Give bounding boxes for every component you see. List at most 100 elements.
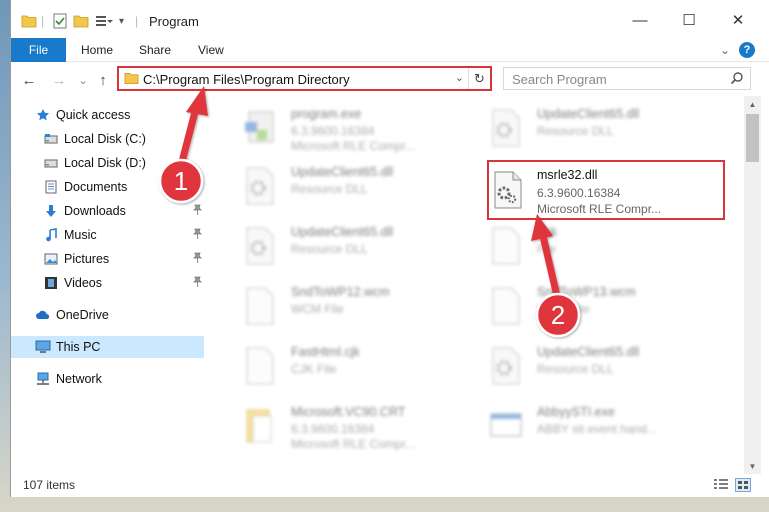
film-icon: [43, 275, 59, 291]
title-bar: | ▾ | Program — ☐ ✕: [11, 0, 769, 38]
scroll-up-icon[interactable]: ▲: [744, 96, 761, 112]
file-item-bak[interactable]: bak File: [481, 220, 729, 272]
tab-share[interactable]: Share: [139, 38, 171, 62]
sidebar-item-label: This PC: [56, 340, 101, 354]
vertical-scrollbar[interactable]: ▲ ▼: [744, 96, 761, 474]
blank-file-icon: [489, 286, 525, 328]
documents-icon: [43, 179, 59, 195]
file-item-msrle32-dll[interactable]: msrle32.dll 6.3.9600.16384 Microsoft RLE…: [487, 160, 725, 220]
file-name: SndToWP12.wcm: [291, 285, 390, 299]
status-bar: 107 items: [11, 474, 769, 497]
maximize-button[interactable]: ☐: [667, 6, 711, 34]
file-item-updateclient65-dll[interactable]: UpdateClient65.dll Resource DLL: [235, 220, 483, 272]
divider: |: [41, 14, 45, 28]
file-name: bak: [537, 225, 558, 239]
new-folder-icon[interactable]: [73, 12, 89, 30]
sidebar-item-pictures[interactable]: Pictures: [11, 248, 204, 270]
sidebar-item-label: Downloads: [64, 204, 126, 218]
file-item-fasthtml-cjk[interactable]: FastHtml.cjk CJK File: [235, 340, 483, 392]
cloud-icon: [35, 307, 51, 323]
file-item-updateclient65-dll[interactable]: UpdateClient65.dll Resource DLL: [481, 102, 729, 154]
file-item-sndtowp13-wcm[interactable]: SndToWP13.wcm WCM File: [481, 280, 729, 332]
sidebar-item-local-disk-d[interactable]: Local Disk (D:): [11, 152, 204, 174]
scroll-down-icon[interactable]: ▼: [744, 458, 761, 474]
customize-toolbar-icon[interactable]: [95, 12, 113, 30]
pin-icon[interactable]: [193, 228, 202, 242]
pictures-icon: [43, 251, 59, 267]
file-detail: 6.3.9600.16384: [537, 186, 621, 200]
dll-gear-icon: [491, 170, 527, 212]
file-detail: WCM File: [291, 302, 344, 316]
file-name: UpdateClient65.dll: [537, 107, 640, 121]
sidebar-item-downloads[interactable]: Downloads: [11, 200, 204, 222]
scroll-thumb[interactable]: [746, 114, 759, 162]
file-detail: Resource DLL: [537, 124, 614, 138]
sidebar-item-label: Videos: [64, 276, 102, 290]
pin-icon[interactable]: [193, 252, 202, 266]
file-detail: Microsoft RLE Compr...: [291, 437, 416, 451]
exe-icon: [243, 108, 279, 150]
dll-gear-icon: [489, 346, 525, 388]
file-name: program.exe: [291, 107, 362, 121]
blank-file-icon: [489, 226, 525, 268]
close-button[interactable]: ✕: [716, 6, 760, 34]
tab-view[interactable]: View: [198, 38, 224, 62]
address-bar[interactable]: C:\Program Files\Program Directory ⌄ ↻: [117, 66, 492, 91]
refresh-button[interactable]: ↻: [468, 68, 490, 89]
drive-icon: [43, 155, 59, 171]
file-name: Microsoft.VC90.CRT: [291, 405, 406, 419]
minimize-button[interactable]: —: [618, 6, 662, 34]
dll-gear-icon: [243, 166, 279, 208]
file-detail: Resource DLL: [291, 242, 368, 256]
sidebar-item-documents[interactable]: Documents: [11, 176, 204, 198]
file-item-updateclient65-dll[interactable]: UpdateClient65.dll Resource DLL: [235, 160, 483, 212]
file-item-abbyysti-exe[interactable]: AbbyySTI.exe ABBY sti event hand...: [481, 400, 729, 452]
sidebar-item-this-pc[interactable]: This PC: [11, 336, 204, 358]
search-box[interactable]: [503, 67, 751, 90]
tab-home[interactable]: Home: [81, 38, 113, 62]
sidebar-item-onedrive[interactable]: OneDrive: [11, 304, 204, 326]
help-icon[interactable]: ?: [739, 42, 755, 58]
large-icons-view-icon[interactable]: [735, 478, 751, 492]
search-icon[interactable]: [730, 71, 744, 88]
sidebar-item-label: Local Disk (C:): [64, 132, 146, 146]
file-name: UpdateClient65.dll: [291, 225, 394, 239]
folder-icon: [21, 12, 37, 30]
address-path[interactable]: C:\Program Files\Program Directory: [143, 72, 350, 87]
file-detail: Resource DLL: [291, 182, 368, 196]
sidebar-item-network[interactable]: Network: [11, 368, 204, 390]
dll-gear-icon: [243, 226, 279, 268]
address-dropdown-icon[interactable]: ⌄: [455, 71, 464, 84]
file-name: SndToWP13.wcm: [537, 285, 636, 299]
forward-button[interactable]: →: [49, 70, 69, 90]
sidebar-item-label: Quick access: [56, 108, 131, 122]
tab-file[interactable]: File: [11, 38, 66, 62]
network-icon: [35, 371, 51, 387]
sidebar-item-local-disk-c[interactable]: Local Disk (C:): [11, 128, 204, 150]
toolbar-dropdown-icon[interactable]: ▾: [119, 12, 124, 30]
properties-icon[interactable]: [53, 12, 67, 30]
file-item-program-exe[interactable]: program.exe 6.3.9600.16384 Microsoft RLE…: [235, 102, 483, 154]
sidebar-item-music[interactable]: Music: [11, 224, 204, 246]
pin-icon[interactable]: [193, 204, 202, 218]
back-button[interactable]: ←: [19, 70, 39, 90]
up-button[interactable]: ↑: [93, 70, 113, 90]
file-name: UpdateClient65.dll: [291, 165, 394, 179]
search-input[interactable]: [512, 71, 712, 87]
file-item-sndtowp12-wcm[interactable]: SndToWP12.wcm WCM File: [235, 280, 483, 332]
download-arrow-icon: [43, 203, 59, 219]
expand-ribbon-icon[interactable]: ⌄: [717, 41, 733, 59]
sidebar-item-videos[interactable]: Videos: [11, 272, 204, 294]
recent-locations-button[interactable]: ⌄: [73, 70, 93, 90]
file-detail: 6.3.9600.16384: [291, 422, 375, 436]
file-name: FastHtml.cjk: [291, 345, 360, 359]
file-item-updateclient65-dll[interactable]: UpdateClient65.dll Resource DLL: [481, 340, 729, 392]
file-detail: Microsoft RLE Compr...: [537, 202, 662, 216]
pin-icon[interactable]: [193, 276, 202, 290]
file-item-microsoft-vc90-crt[interactable]: Microsoft.VC90.CRT 6.3.9600.16384 Micros…: [235, 400, 483, 452]
file-name: msrle32.dll: [537, 168, 598, 182]
sidebar-item-label: Network: [56, 372, 102, 386]
sidebar-item-quick-access[interactable]: Quick access: [11, 104, 204, 126]
details-view-icon[interactable]: [713, 478, 729, 492]
dll-gear-icon: [489, 108, 525, 150]
